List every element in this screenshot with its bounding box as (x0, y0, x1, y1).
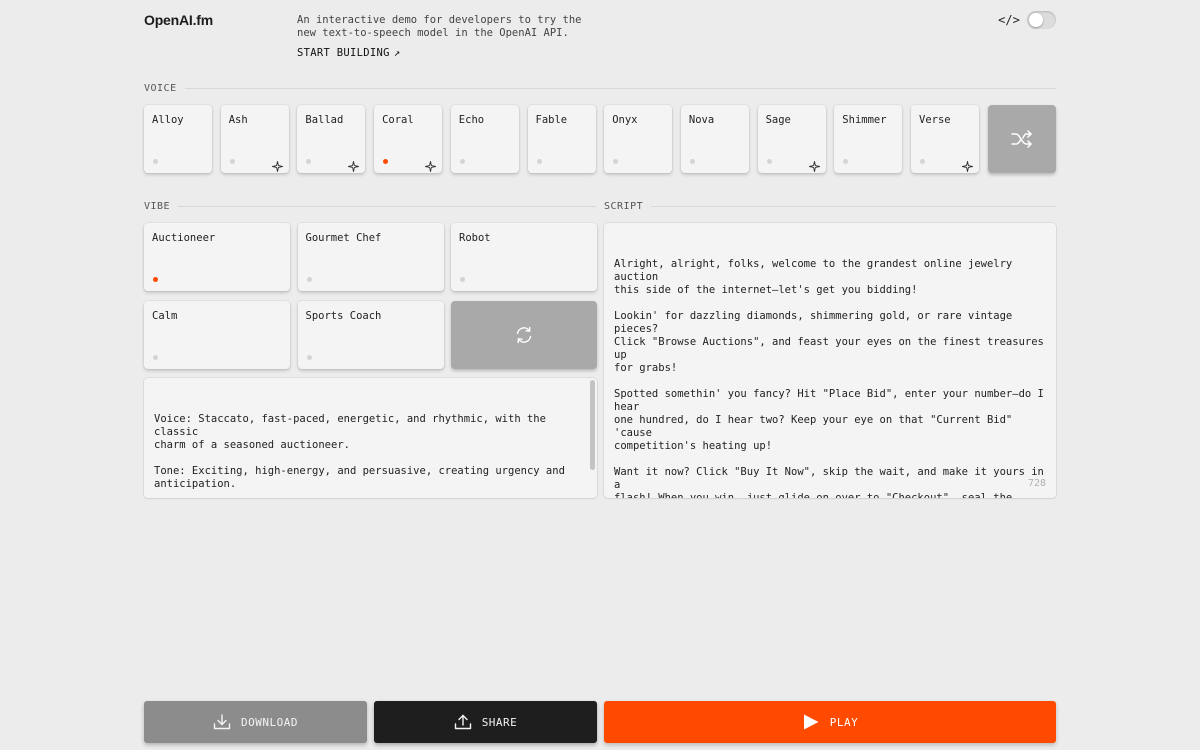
vibe-option-robot[interactable]: Robot (451, 223, 597, 291)
share-button[interactable]: SHARE (374, 701, 597, 743)
code-icon[interactable]: </> (997, 11, 1021, 29)
selection-indicator-dot (229, 159, 235, 164)
arrow-up-right-icon: ↗ (393, 47, 401, 59)
vibe-option-gourmet-chef[interactable]: Gourmet Chef (297, 223, 444, 291)
voice-option-label: Ballad (305, 114, 344, 126)
voice-label-text: VOICE (144, 83, 177, 94)
play-button[interactable]: PLAY (604, 701, 1056, 743)
selection-indicator-dot (843, 159, 849, 164)
play-label: PLAY (829, 715, 859, 729)
voice-option-nova[interactable]: Nova (680, 105, 749, 173)
download-label: DOWNLOAD (241, 715, 298, 729)
sparkle-icon (348, 157, 360, 172)
voice-option-echo[interactable]: Echo (450, 105, 519, 173)
voice-option-fable[interactable]: Fable (527, 105, 596, 173)
vibe-option-label: Gourmet Chef (305, 232, 382, 244)
selection-indicator-dot (536, 159, 542, 164)
voice-option-alloy[interactable]: Alloy (144, 105, 212, 173)
voice-option-shimmer[interactable]: Shimmer (834, 105, 903, 173)
script-label-text: SCRIPT (604, 201, 644, 212)
voice-option-label: Sage (765, 114, 791, 126)
vibe-description-text: Voice: Staccato, fast-paced, energetic, … (154, 413, 565, 490)
vibe-description[interactable]: Voice: Staccato, fast-paced, energetic, … (144, 378, 597, 498)
vibe-section-label: VIBE (144, 201, 596, 212)
vibe-option-label: Sports Coach (305, 310, 382, 322)
voice-option-ballad[interactable]: Ballad (297, 105, 366, 173)
sparkle-icon (808, 157, 820, 172)
sparkle-icon (962, 157, 973, 172)
voice-option-coral[interactable]: Coral (374, 105, 443, 173)
voice-option-label: Nova (688, 114, 715, 126)
selection-indicator-dot (766, 159, 772, 164)
voice-option-label: Alloy (152, 114, 184, 126)
selection-indicator-dot (689, 159, 695, 164)
voice-section-label: VOICE (144, 83, 1056, 94)
voice-option-onyx[interactable]: Onyx (604, 105, 673, 173)
script-section-label: SCRIPT (604, 201, 1056, 212)
app-tagline: An interactive demo for developers to tr… (297, 14, 582, 39)
start-building-link[interactable]: START BUILDING ↗ (297, 47, 400, 59)
selection-indicator-dot (306, 277, 312, 282)
start-building-label: START BUILDING (297, 47, 390, 59)
refresh-icon (516, 326, 532, 344)
divider (651, 206, 1056, 207)
vibe-option-label: Auctioneer (152, 232, 216, 244)
sparkle-icon (271, 157, 283, 172)
selection-indicator-dot (306, 355, 312, 360)
vibe-option-label: Calm (152, 310, 178, 322)
vibe-scrollbar[interactable] (590, 380, 595, 470)
voice-option-label: Onyx (612, 114, 638, 126)
vibe-label-text: VIBE (144, 201, 171, 212)
selection-indicator-dot (460, 277, 465, 282)
vibe-option-calm[interactable]: Calm (144, 301, 290, 369)
share-label: SHARE (481, 715, 518, 729)
voice-option-label: Coral (382, 114, 414, 126)
selection-indicator-dot (153, 355, 158, 360)
selection-indicator-dot (920, 159, 925, 164)
vibe-option-sports-coach[interactable]: Sports Coach (297, 301, 444, 369)
toggle-knob (1029, 13, 1043, 27)
selection-indicator-dot (306, 159, 312, 164)
voice-option-label: Shimmer (842, 114, 887, 126)
shuffle-voice-button[interactable] (988, 105, 1056, 173)
selection-indicator-dot (459, 159, 465, 164)
download-icon (213, 714, 231, 730)
app-logo[interactable]: OpenAI.fm (144, 12, 213, 28)
character-count: 728 (1027, 478, 1046, 489)
download-button[interactable]: DOWNLOAD (144, 701, 367, 743)
selection-indicator-dot (153, 159, 158, 164)
voice-option-ash[interactable]: Ash (220, 105, 289, 173)
voice-option-label: Echo (458, 114, 485, 126)
vibe-option-label: Robot (459, 232, 491, 244)
voice-option-verse[interactable]: Verse (911, 105, 979, 173)
sparkle-icon (425, 157, 437, 172)
theme-toggle[interactable] (1027, 11, 1056, 29)
vibe-option-auctioneer[interactable]: Auctioneer (144, 223, 290, 291)
shuffle-icon (1011, 130, 1032, 148)
divider (184, 88, 1056, 89)
share-icon (454, 714, 471, 730)
selection-indicator-dot (613, 159, 619, 164)
voice-option-label: Ash (228, 114, 248, 126)
script-textarea[interactable]: Alright, alright, folks, welcome to the … (604, 223, 1056, 498)
selection-indicator-dot (383, 159, 389, 164)
selection-indicator-dot (153, 277, 158, 282)
divider (178, 206, 596, 207)
voice-option-label: Fable (535, 114, 568, 126)
voice-option-label: Verse (919, 114, 951, 126)
script-text: Alright, alright, folks, welcome to the … (614, 258, 1044, 498)
refresh-vibes-button[interactable] (451, 301, 597, 369)
play-icon (803, 714, 819, 730)
voice-option-sage[interactable]: Sage (757, 105, 826, 173)
